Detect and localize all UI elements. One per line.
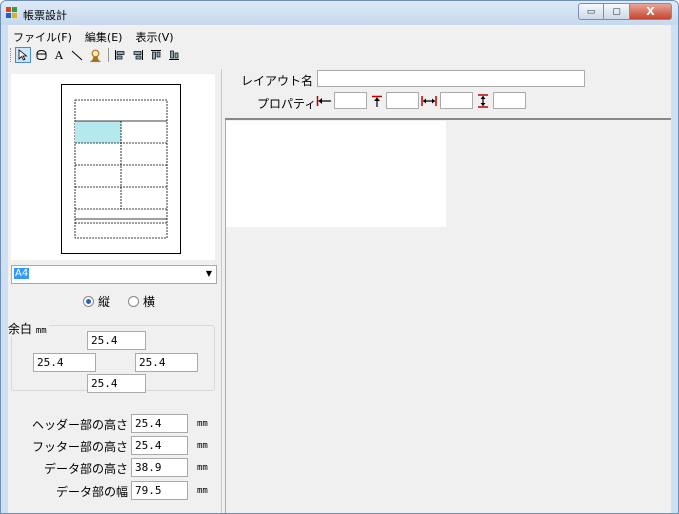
menu-view[interactable]: 表示(V) [128, 25, 179, 45]
data-height-label: データ部の高さ [43, 462, 128, 476]
menu-file[interactable]: ファイル(F) [8, 25, 78, 45]
layout-name-label: レイアウト名 [241, 74, 314, 88]
layout-preview-grid [74, 99, 168, 239]
header-height-unit: mm [197, 419, 208, 429]
data-width-input[interactable]: 79.5 [131, 481, 188, 500]
footer-height-unit: mm [197, 441, 208, 451]
menu-edit[interactable]: 編集(E) [78, 25, 129, 45]
maximize-button[interactable]: ▢ [604, 3, 630, 20]
top-position-icon [372, 95, 382, 107]
header-height-label: ヘッダー部の高さ [31, 418, 128, 432]
design-surface[interactable] [226, 121, 446, 227]
ellipse-tool-button[interactable] [33, 47, 49, 63]
portrait-label: 縦 [98, 295, 111, 309]
property-width-input[interactable] [440, 92, 473, 109]
text-icon: A [55, 48, 63, 62]
width-icon [421, 96, 437, 106]
close-icon: X [646, 5, 655, 18]
align-bottom-icon [169, 50, 179, 60]
chevron-down-icon: ▼ [205, 269, 212, 278]
panel-splitter[interactable] [221, 69, 222, 513]
menu-bar: ファイル(F) 編集(E) 表示(V) [8, 25, 671, 45]
pointer-tool-button[interactable] [15, 47, 31, 63]
ellipse-icon [36, 49, 46, 61]
margin-title: 余白 mm [8, 320, 49, 337]
align-right-icon [133, 50, 143, 60]
data-height-input[interactable]: 38.9 [131, 458, 188, 477]
pointer-icon [18, 49, 28, 61]
margin-top-input[interactable]: 25.4 [87, 331, 146, 350]
stamp-icon [90, 49, 100, 62]
toolbar: A [8, 45, 671, 65]
paper-preview [61, 84, 181, 254]
property-top-input[interactable] [386, 92, 419, 109]
close-button[interactable]: X [630, 3, 672, 20]
margin-bottom-input[interactable]: 25.4 [87, 374, 146, 393]
footer-height-label: フッター部の高さ [31, 440, 128, 454]
data-width-label: データ部の幅 [55, 485, 128, 499]
property-left-input[interactable] [334, 92, 367, 109]
toolbar-grip[interactable] [10, 48, 13, 62]
data-width-unit: mm [197, 486, 208, 496]
portrait-radio[interactable] [83, 296, 94, 307]
margin-right-input[interactable]: 25.4 [135, 353, 198, 372]
selected-cell [75, 121, 121, 143]
align-top-button[interactable] [148, 47, 164, 63]
align-top-icon [151, 50, 161, 60]
layout-name-input[interactable] [317, 70, 585, 87]
align-bottom-button[interactable] [166, 47, 182, 63]
left-position-icon [316, 96, 331, 106]
text-tool-button[interactable]: A [51, 47, 67, 63]
margin-title-text: 余白 [8, 322, 33, 336]
app-icon [6, 7, 17, 18]
window-title: 帳票設計 [23, 9, 67, 22]
orientation-group: 縦 横 [83, 293, 169, 310]
minimize-button[interactable]: ▭ [578, 3, 604, 20]
maximize-icon: ▢ [612, 6, 621, 17]
toolbar-separator [108, 48, 109, 62]
line-icon [71, 50, 83, 61]
landscape-radio[interactable] [128, 296, 140, 307]
app-window: 帳票設計 ▭ ▢ X ファイル(F) 編集(E) 表示(V) A A4 ▼ 縦 … [0, 0, 679, 514]
landscape-label: 横 [143, 295, 156, 309]
margin-left-input[interactable]: 25.4 [33, 353, 96, 372]
stamp-tool-button[interactable] [87, 47, 103, 63]
align-left-icon [115, 50, 125, 60]
property-height-input[interactable] [493, 92, 526, 109]
page-preview [11, 74, 215, 260]
paper-size-value: A4 [14, 268, 30, 279]
paper-size-select[interactable]: A4 ▼ [11, 265, 217, 284]
align-left-button[interactable] [112, 47, 128, 63]
line-tool-button[interactable] [69, 47, 85, 63]
minimize-icon: ▭ [586, 6, 596, 17]
property-label: プロパティ [257, 97, 317, 111]
align-right-button[interactable] [130, 47, 146, 63]
client-area: ファイル(F) 編集(E) 表示(V) A A4 ▼ 縦 横 余白 mm 25.… [8, 25, 671, 513]
header-height-input[interactable]: 25.4 [131, 414, 188, 433]
data-height-unit: mm [197, 463, 208, 473]
height-icon [478, 94, 488, 108]
margin-unit: mm [35, 326, 47, 336]
footer-height-input[interactable]: 25.4 [131, 436, 188, 455]
title-bar: 帳票設計 ▭ ▢ X [1, 1, 678, 25]
